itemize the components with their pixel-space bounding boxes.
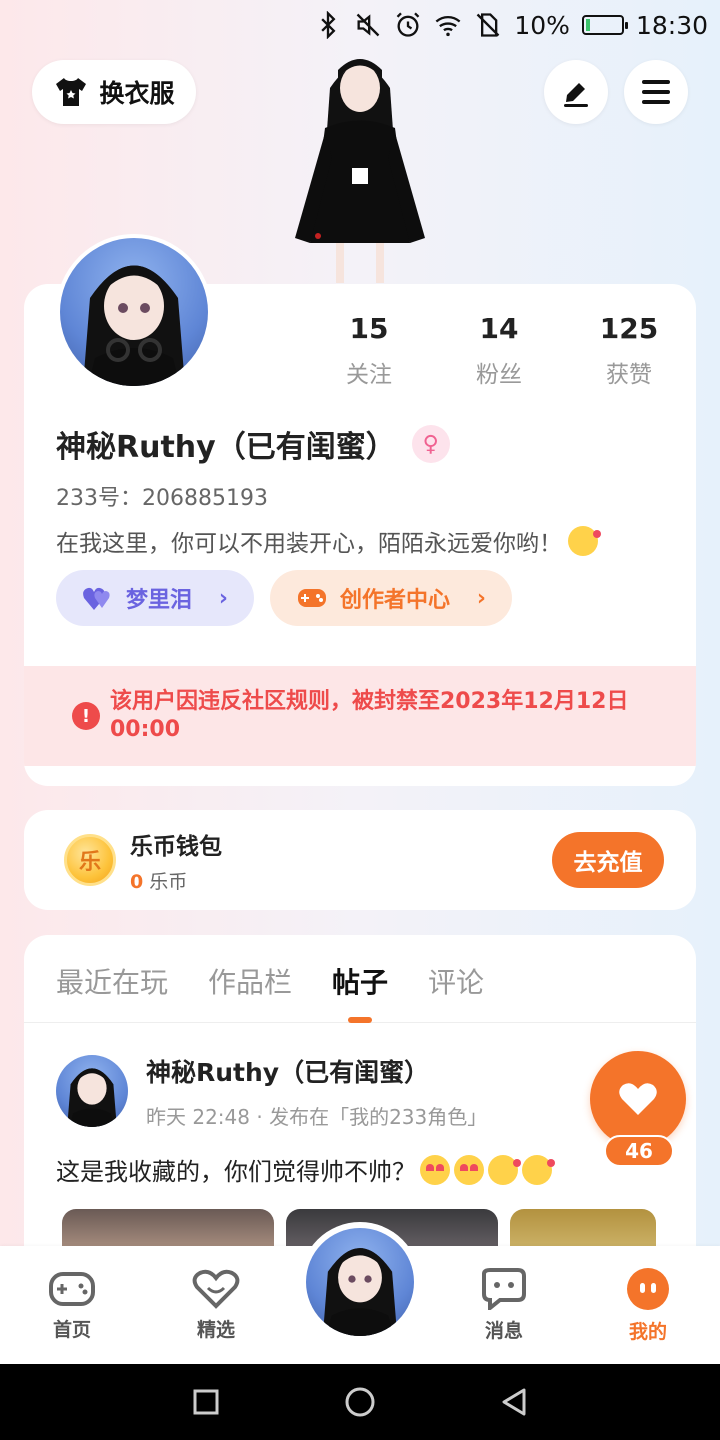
balance-amount: 0 [130, 870, 144, 893]
heart-eyes-emoji-icon [420, 1154, 450, 1185]
nav-profile[interactable]: 我的 [588, 1267, 708, 1344]
stat-likes[interactable]: 125 获赞 [564, 312, 694, 389]
wallet-title: 乐币钱包 [130, 833, 222, 860]
wallet-balance: 0 乐币 [130, 867, 222, 894]
creator-center-tag[interactable]: 创作者中心 › [270, 570, 512, 626]
stat-value: 125 [599, 312, 659, 345]
home-icon[interactable] [344, 1386, 376, 1418]
stat-label: 粉丝 [476, 362, 522, 388]
post-author-name[interactable]: 神秘Ruthy（已有闺蜜） [146, 1053, 664, 1089]
stat-label: 关注 [346, 362, 392, 388]
battery-percent: 10% [514, 10, 570, 40]
chat-icon [482, 1267, 526, 1310]
nav-label: 消息 [484, 1319, 523, 1342]
nav-center-avatar[interactable] [300, 1222, 420, 1342]
gamepad-icon [49, 1271, 95, 1306]
menu-button[interactable] [624, 60, 688, 124]
balance-unit: 乐币 [149, 870, 188, 893]
nav-messages[interactable]: 消息 [444, 1267, 564, 1343]
kiss-emoji-icon [522, 1154, 555, 1185]
tshirt-icon [56, 78, 87, 106]
stat-following[interactable]: 15 关注 [304, 312, 434, 389]
kiss-emoji-icon [488, 1154, 521, 1185]
profile-face-icon [627, 1267, 669, 1310]
clock: 18:30 [635, 10, 708, 40]
recharge-button[interactable]: 去充值 [552, 832, 664, 888]
bio: 在我这里，你可以不用装开心，陌陌永远爱你哟！ [56, 524, 601, 558]
mute-icon [357, 13, 380, 37]
avatar-portrait [83, 265, 185, 386]
content-tabs: 最近在玩 作品栏 帖子 评论 [24, 935, 696, 1023]
battery-icon [581, 15, 628, 35]
stat-value: 15 [349, 312, 389, 345]
heart-eyes-emoji-icon [454, 1154, 484, 1185]
tab-posts[interactable]: 帖子 [332, 961, 388, 1023]
bio-text: 在我这里，你可以不用装开心，陌陌永远爱你哟！ [56, 531, 562, 557]
avatar-portrait [67, 1068, 117, 1127]
post-author-avatar[interactable] [56, 1055, 128, 1127]
wifi-icon [435, 15, 461, 37]
warning-icon: ! [72, 702, 100, 730]
post-meta: 昨天 22:48 · 发布在「我的233角色」 [146, 1105, 488, 1129]
double-heart-icon [83, 587, 110, 610]
like-count: 46 [604, 1135, 674, 1167]
status-bar: 10% 18:30 [0, 0, 720, 50]
system-nav-bar [0, 1364, 720, 1440]
chevron-right-icon: › [476, 585, 486, 611]
coin-icon: 乐 [64, 834, 116, 886]
avatar-portrait [322, 1248, 398, 1336]
change-outfit-button[interactable]: 换衣服 [32, 60, 196, 124]
username: 神秘Ruthy（已有闺蜜） [56, 430, 396, 465]
stat-value: 14 [479, 312, 519, 345]
change-outfit-label: 换衣服 [99, 79, 175, 108]
stats-row: 15 关注 14 粉丝 125 获赞 [304, 312, 694, 389]
like-button[interactable] [590, 1051, 686, 1147]
alarm-icon [397, 12, 420, 37]
heart-badge-icon [192, 1269, 240, 1309]
ban-notice: ! 该用户因违反社区规则，被封禁至2023年12月12日 00:00 [24, 666, 696, 766]
heart-icon [619, 1083, 657, 1115]
gamepad-icon [298, 589, 326, 607]
nav-label: 我的 [628, 1320, 667, 1343]
kiss-emoji-icon [568, 526, 601, 556]
tab-comments[interactable]: 评论 [428, 961, 484, 1023]
nav-featured[interactable]: 精选 [156, 1269, 276, 1342]
tag-label: 梦里泪 [126, 588, 193, 613]
dream-tears-tag[interactable]: 梦里泪 › [56, 570, 254, 626]
bluetooth-icon [321, 11, 336, 39]
edit-button[interactable] [544, 60, 608, 124]
chevron-right-icon: › [218, 585, 228, 611]
user-id: 233号：206885193 [56, 486, 268, 511]
nav-label: 首页 [52, 1318, 91, 1341]
no-sim-icon [477, 13, 500, 37]
tab-recently-played[interactable]: 最近在玩 [56, 961, 168, 1023]
username-row: 神秘Ruthy（已有闺蜜） ♀ [56, 422, 450, 466]
tag-label: 创作者中心 [340, 588, 451, 613]
tab-works[interactable]: 作品栏 [208, 961, 292, 1023]
wallet-card[interactable]: 乐 乐币钱包 0 乐币 去充值 [24, 810, 696, 910]
stat-followers[interactable]: 14 粉丝 [434, 312, 564, 389]
avatar-3d-figure[interactable] [270, 48, 450, 288]
post-text: 这是我收藏的，你们觉得帅不帅？ [56, 1152, 664, 1187]
profile-tags: 梦里泪 › 创作者中心 › [56, 570, 512, 626]
pen-icon [564, 83, 588, 107]
hamburger-icon [642, 80, 670, 104]
recent-apps-icon[interactable] [192, 1388, 220, 1416]
post-text-content: 这是我收藏的，你们觉得帅不帅？ [56, 1158, 416, 1186]
profile-avatar[interactable] [56, 234, 212, 390]
ban-notice-text: 该用户因违反社区规则，被封禁至2023年12月12日 00:00 [110, 689, 629, 742]
female-gender-icon: ♀ [411, 425, 450, 463]
nav-label: 精选 [196, 1318, 235, 1341]
nav-home[interactable]: 首页 [12, 1269, 132, 1342]
back-icon[interactable] [500, 1387, 528, 1417]
stat-label: 获赞 [606, 362, 652, 388]
